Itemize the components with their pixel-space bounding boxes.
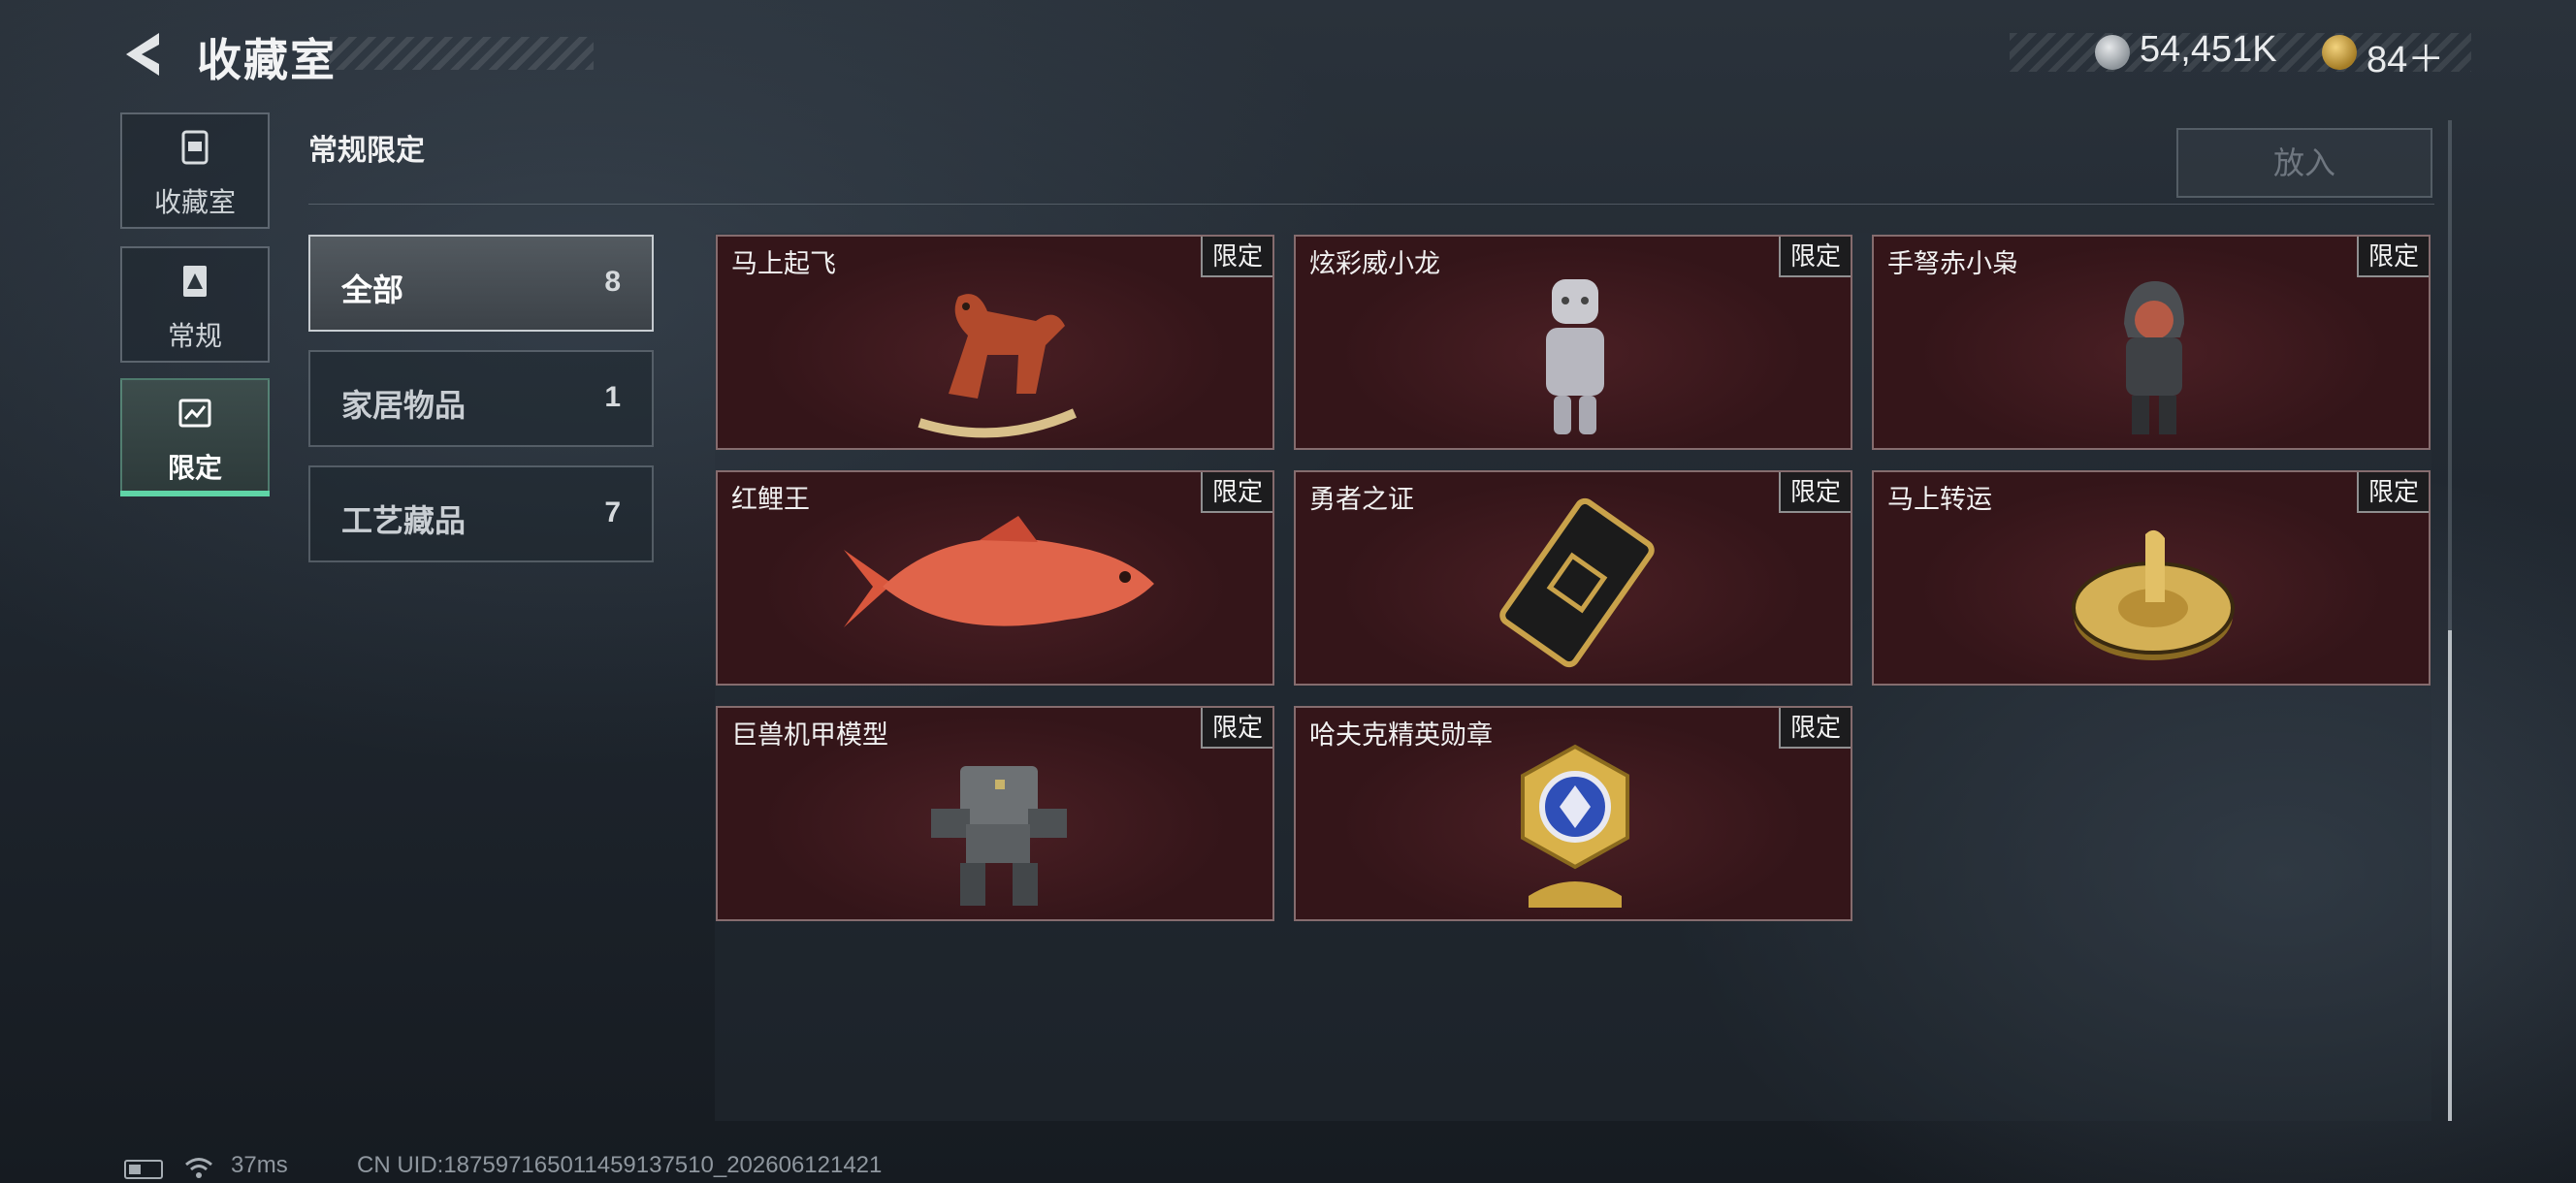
item-name: 勇者之证 xyxy=(1309,485,1414,514)
dragon-figurine-icon xyxy=(1546,279,1604,434)
section-title: 常规限定 xyxy=(308,135,425,167)
limited-tag: 限定 xyxy=(1200,472,1272,513)
category-home-items[interactable]: 家居物品 1 xyxy=(308,350,654,447)
sidebar-item-label: 收藏室 xyxy=(153,187,236,217)
limited-icon xyxy=(178,399,211,428)
active-indicator xyxy=(120,491,270,496)
sidebar-item-regular[interactable]: 常规 xyxy=(120,246,270,363)
gold-coin-icon xyxy=(2322,35,2357,70)
back-button[interactable] xyxy=(118,27,173,81)
mech-model-icon xyxy=(931,766,1067,906)
limited-tag: 限定 xyxy=(2356,472,2429,513)
page-title: 收藏室 xyxy=(197,35,337,85)
battery-icon xyxy=(124,1160,163,1179)
item-card[interactable]: 马上起飞 限定 xyxy=(716,235,1274,450)
card-icon xyxy=(1499,497,1655,668)
category-count: 7 xyxy=(604,496,621,528)
item-card[interactable]: 巨兽机甲模型 限定 xyxy=(716,706,1274,921)
category-crafts[interactable]: 工艺藏品 7 xyxy=(308,465,654,562)
uid-text: CN UID:18759716501145913751​0_2026061214… xyxy=(357,1152,883,1178)
category-label: 全部 xyxy=(341,272,404,307)
item-name: 马上转运 xyxy=(1887,485,1992,514)
limited-tag: 限定 xyxy=(1778,472,1851,513)
category-count: 1 xyxy=(604,381,621,413)
item-name: 巨兽机甲模型 xyxy=(731,720,888,750)
item-card[interactable]: 哈夫克精英勋章 限定 xyxy=(1294,706,1852,921)
sidebar-item-collection-room[interactable]: 收藏室 xyxy=(120,112,270,229)
put-in-button[interactable]: 放入 xyxy=(2176,128,2432,198)
category-label: 工艺藏品 xyxy=(341,503,467,538)
medal-icon xyxy=(1521,744,1629,908)
wifi-icon xyxy=(185,1158,212,1178)
item-card[interactable]: 炫彩威小龙 限定 xyxy=(1294,235,1852,450)
rocking-horse-icon xyxy=(918,294,1078,438)
item-card[interactable]: 马上转运 限定 xyxy=(1872,470,2431,686)
limited-tag: 限定 xyxy=(1778,708,1851,749)
scrollbar-thumb[interactable] xyxy=(2448,630,2452,1121)
sidebar-item-label: 常规 xyxy=(167,321,222,351)
item-name: 马上起飞 xyxy=(731,249,836,278)
sidebar-item-limited[interactable]: 限定 xyxy=(120,378,270,495)
item-name: 哈夫克精英勋章 xyxy=(1309,720,1493,750)
golden-wheel-icon xyxy=(2072,529,2235,660)
category-all[interactable]: 全部 8 xyxy=(308,235,654,332)
silver-coin-icon xyxy=(2095,35,2130,70)
back-arrow-icon xyxy=(126,33,159,76)
ping-value: 37ms xyxy=(231,1152,288,1178)
limited-tag: 限定 xyxy=(1200,237,1272,277)
section-divider xyxy=(308,204,2434,205)
item-name: 炫彩威小龙 xyxy=(1309,249,1440,278)
limited-tag: 限定 xyxy=(2356,237,2429,277)
title-decoration xyxy=(330,37,594,70)
sidebar-item-label: 限定 xyxy=(167,453,222,483)
collection-room-icon xyxy=(181,130,209,165)
item-name: 红鲤王 xyxy=(731,485,810,514)
silver-currency-value: 54,451K xyxy=(2140,29,2277,70)
item-card[interactable]: 手弩赤小枭 限定 xyxy=(1872,235,2431,450)
limited-tag: 限定 xyxy=(1200,708,1272,749)
item-card[interactable]: 红鲤王 限定 xyxy=(716,470,1274,686)
gold-currency-value: 84＋ xyxy=(2367,40,2445,80)
regular-icon xyxy=(183,266,207,297)
category-label: 家居物品 xyxy=(341,388,467,423)
red-carp-icon xyxy=(844,516,1154,627)
item-name: 手弩赤小枭 xyxy=(1887,249,2018,278)
category-count: 8 xyxy=(604,266,621,298)
item-card[interactable]: 勇者之证 限定 xyxy=(1294,470,1852,686)
hooded-figurine-icon xyxy=(2124,281,2184,434)
limited-tag: 限定 xyxy=(1778,237,1851,277)
